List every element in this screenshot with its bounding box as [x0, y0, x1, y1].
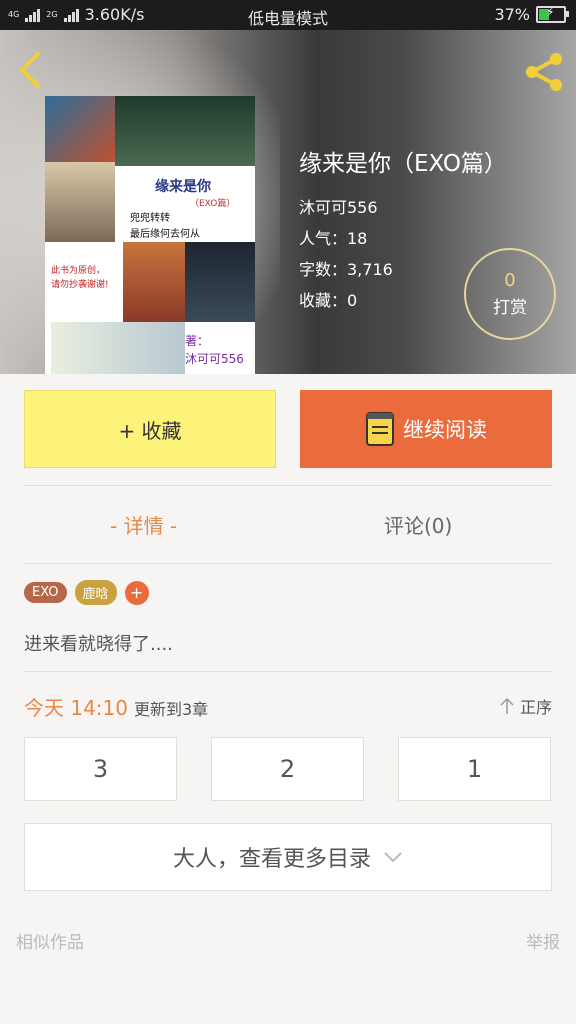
view-more-catalog-button[interactable]: 大人，查看更多目录: [24, 823, 552, 891]
tag-luhan[interactable]: 鹿晗: [74, 580, 117, 605]
tab-detail[interactable]: - 详情 -: [110, 510, 177, 539]
book-author[interactable]: 沐可可556: [299, 192, 507, 223]
view-more-label: 大人，查看更多目录: [172, 847, 371, 872]
tip-button[interactable]: 0 打赏: [464, 248, 556, 340]
chapter-button[interactable]: 2: [211, 737, 364, 801]
update-text: 更新到3章: [134, 700, 209, 719]
tag-exo[interactable]: EXO: [24, 582, 67, 603]
chapter-button[interactable]: 1: [398, 737, 551, 801]
tag-list: EXO 鹿晗 +: [24, 580, 149, 605]
cover-copyright: 此书为原创， 请勿抄袭谢谢!: [51, 266, 109, 290]
favorite-button[interactable]: + 收藏: [24, 390, 276, 468]
book-popularity: 人气：18: [299, 229, 368, 248]
sort-order-button[interactable]: 正序: [500, 694, 552, 718]
book-icon: [366, 412, 394, 446]
cover-title: 缘来是你: [155, 179, 211, 195]
up-arrow-icon: [500, 697, 514, 714]
cover-tagline: 兜兜转转 最后缘何去何从: [130, 213, 200, 240]
continue-reading-label: 继续阅读: [403, 418, 487, 442]
back-arrow-icon[interactable]: [14, 50, 46, 90]
battery-percent: 37%: [494, 5, 530, 24]
report-link[interactable]: 举报: [526, 928, 560, 953]
divider: [24, 485, 552, 486]
status-bar: 4G 2G 3.60K/s 低电量模式 37% ⚡: [0, 0, 576, 30]
divider: [24, 671, 552, 672]
cover-subtitle: （EXO篇）: [190, 199, 236, 209]
add-tag-button[interactable]: +: [124, 580, 149, 605]
power-mode: 低电量模式: [247, 9, 328, 28]
cover-author: 著： 沐可可556: [185, 334, 244, 366]
book-header: 缘来是你 （EXO篇） 兜兜转转 最后缘何去何从 此书为原创， 请勿抄袭谢谢! …: [0, 30, 576, 374]
book-title: 缘来是你（EXO篇）: [299, 151, 507, 177]
tip-count: 0: [504, 270, 516, 291]
chevron-down-icon: [384, 852, 402, 863]
tip-label: 打赏: [493, 298, 527, 318]
continue-reading-button[interactable]: 继续阅读: [300, 390, 552, 468]
book-description: 进来看就晓得了....: [24, 634, 173, 655]
share-icon[interactable]: [522, 50, 566, 94]
sort-order-label: 正序: [519, 698, 552, 717]
divider: [24, 563, 552, 564]
book-cover[interactable]: 缘来是你 （EXO篇） 兜兜转转 最后缘何去何从 此书为原创， 请勿抄袭谢谢! …: [45, 96, 255, 374]
chapter-button[interactable]: 3: [24, 737, 177, 801]
tab-comments[interactable]: 评论(0): [384, 510, 452, 539]
update-info: 今天 14:10 更新到3章: [24, 692, 208, 721]
battery-icon: ⚡: [536, 5, 569, 23]
similar-works-heading: 相似作品: [16, 933, 84, 953]
update-date: 今天 14:10: [24, 696, 128, 720]
